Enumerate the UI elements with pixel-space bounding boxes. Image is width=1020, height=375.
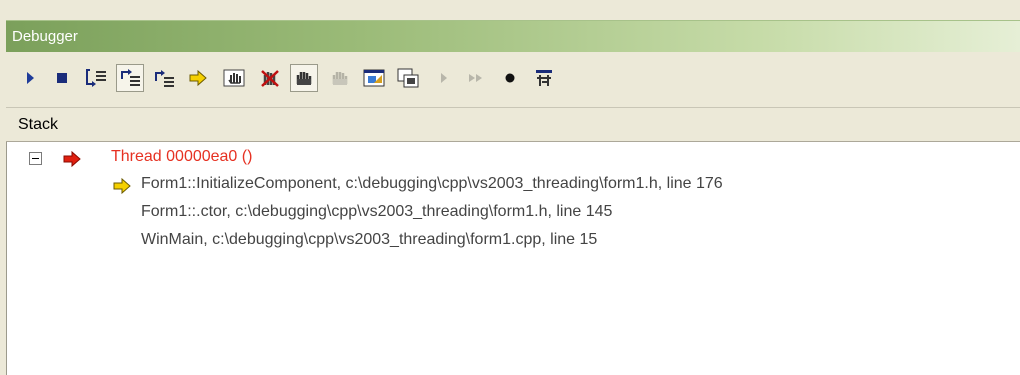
stop-icon[interactable] xyxy=(48,64,76,92)
play-disabled-icon[interactable] xyxy=(430,64,458,92)
title-bar: Debugger xyxy=(6,20,1020,52)
stack-frame-row[interactable]: WinMain, c:\debugging\cpp\vs2003_threadi… xyxy=(141,231,597,255)
toolbar xyxy=(6,52,1020,108)
step-into-icon[interactable] xyxy=(82,64,110,92)
thread-arrow-icon xyxy=(63,150,83,173)
stack-frame-row[interactable]: Form1::InitializeComponent, c:\debugging… xyxy=(141,175,723,199)
step-over-icon[interactable] xyxy=(116,64,144,92)
stack-frame-text: WinMain, c:\debugging\cpp\vs2003_threadi… xyxy=(141,231,598,248)
current-frame-arrow-icon xyxy=(113,177,133,200)
breakpoint-icon[interactable] xyxy=(496,64,524,92)
collapse-toggle[interactable] xyxy=(29,152,42,165)
hand-disabled-icon[interactable] xyxy=(326,64,354,92)
hand-pointer-icon[interactable] xyxy=(220,64,248,92)
window-title: Debugger xyxy=(12,28,78,45)
hand-cancel-icon[interactable] xyxy=(256,64,284,92)
show-next-statement-icon[interactable] xyxy=(184,64,212,92)
stack-header-label: Stack xyxy=(18,116,59,133)
debugger-window: Debugger Stack Thread 00000ea0 () Form1:… xyxy=(0,0,1020,375)
thread-row[interactable]: Thread 00000ea0 () xyxy=(111,148,252,172)
fast-forward-disabled-icon[interactable] xyxy=(462,64,490,92)
hand-grab-icon[interactable] xyxy=(290,64,318,92)
run-icon[interactable] xyxy=(16,64,44,92)
stack-frame-row[interactable]: Form1::.ctor, c:\debugging\cpp\vs2003_th… xyxy=(141,203,612,227)
thread-label: Thread 00000ea0 () xyxy=(111,148,253,165)
filter-icon[interactable] xyxy=(530,64,558,92)
step-out-icon[interactable] xyxy=(150,64,178,92)
stack-panel: Thread 00000ea0 () Form1::InitializeComp… xyxy=(6,142,1020,375)
window-image-icon[interactable] xyxy=(360,64,388,92)
window-stack-icon[interactable] xyxy=(394,64,422,92)
stack-frame-text: Form1::.ctor, c:\debugging\cpp\vs2003_th… xyxy=(141,203,613,220)
stack-header: Stack xyxy=(6,108,1020,142)
stack-frame-text: Form1::InitializeComponent, c:\debugging… xyxy=(141,175,723,192)
